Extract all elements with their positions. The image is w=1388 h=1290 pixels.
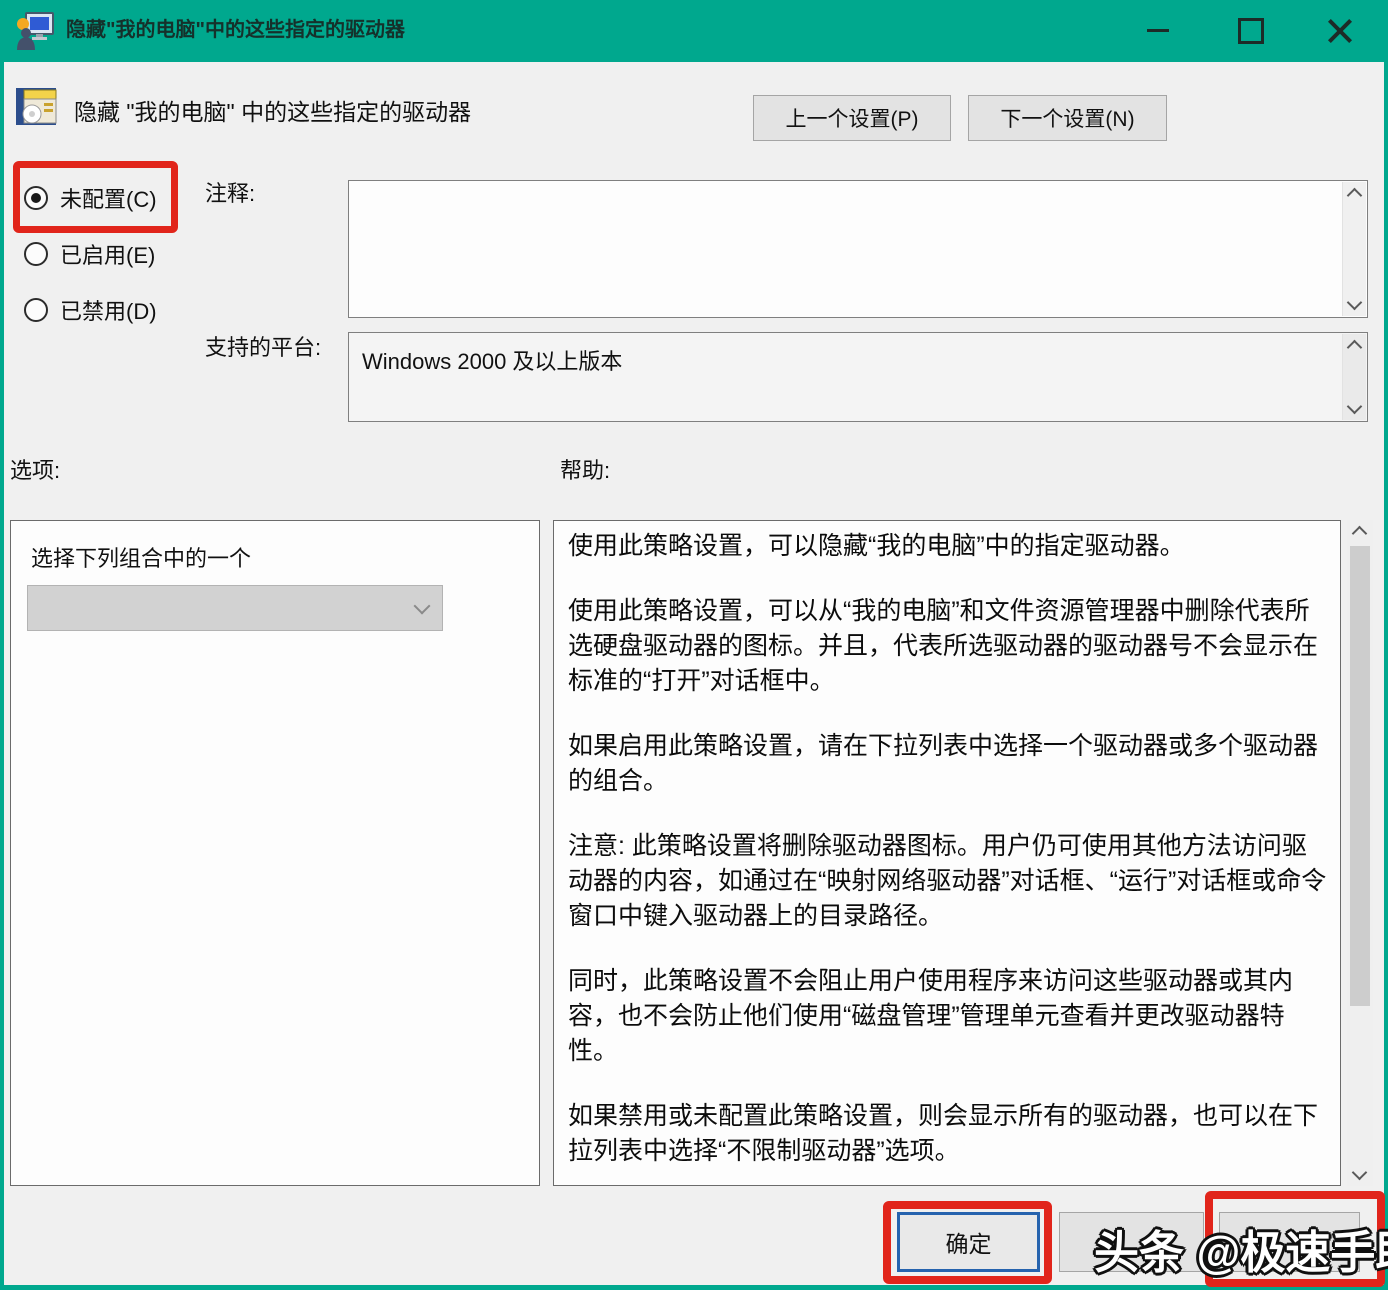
next-setting-button[interactable]: 下一个设置(N) <box>968 95 1167 141</box>
radio-disabled-label[interactable]: 已禁用(D) <box>60 294 157 326</box>
help-paragraph: 使用此策略设置，可以隐藏“我的电脑”中的指定驱动器。 <box>568 529 1328 564</box>
radio-row-not-configured[interactable]: 未配置(C) <box>24 184 157 212</box>
radio-enabled-label[interactable]: 已启用(E) <box>60 238 155 270</box>
help-paragraph: 注意: 此策略设置将删除驱动器图标。用户仍可使用其他方法访问驱动器的内容，如通过… <box>568 829 1328 934</box>
watermark-text: 头条 @极速手助 <box>1094 1216 1388 1281</box>
supported-on-scrollbar[interactable] <box>1342 334 1366 420</box>
comment-scrollbar[interactable] <box>1342 182 1366 316</box>
window-title: 隐藏"我的电脑"中的这些指定的驱动器 <box>66 0 405 62</box>
policy-setting-icon <box>14 84 58 128</box>
radio-disabled[interactable] <box>24 298 48 322</box>
chevron-up-icon[interactable] <box>1352 526 1368 542</box>
close-icon[interactable] <box>1326 17 1354 45</box>
help-paragraph: 如果启用此策略设置，请在下拉列表中选择一个驱动器或多个驱动器的组合。 <box>568 729 1328 799</box>
radio-row-disabled[interactable]: 已禁用(D) <box>24 296 157 324</box>
scrollbar-thumb[interactable] <box>1350 546 1370 1006</box>
chevron-down-icon[interactable] <box>1347 295 1363 311</box>
radio-enabled[interactable] <box>24 242 48 266</box>
page-title: 隐藏 "我的电脑" 中的这些指定的驱动器 <box>74 93 471 127</box>
options-section-label: 选项: <box>10 453 60 485</box>
help-text: 使用此策略设置，可以隐藏“我的电脑”中的指定驱动器。 使用此策略设置，可以从“我… <box>554 521 1340 1185</box>
policy-dialog-window: 隐藏"我的电脑"中的这些指定的驱动器 隐藏 "我的电脑" 中的这些指定的驱动器 … <box>0 0 1388 1290</box>
supported-on-label: 支持的平台: <box>205 330 321 362</box>
supported-on-textarea[interactable]: Windows 2000 及以上版本 <box>348 332 1368 422</box>
maximize-icon[interactable] <box>1238 18 1264 44</box>
chevron-down-icon[interactable] <box>1352 1165 1368 1181</box>
gpedit-app-icon <box>14 11 54 51</box>
comment-textarea[interactable] <box>348 180 1368 318</box>
help-section-label: 帮助: <box>560 453 610 485</box>
help-panel: 使用此策略设置，可以隐藏“我的电脑”中的指定驱动器。 使用此策略设置，可以从“我… <box>553 520 1341 1186</box>
ok-button[interactable]: 确定 <box>897 1212 1040 1272</box>
combo-label: 选择下列组合中的一个 <box>31 541 251 573</box>
previous-setting-button[interactable]: 上一个设置(P) <box>753 95 951 141</box>
chevron-up-icon[interactable] <box>1347 340 1363 356</box>
help-paragraph: 使用此策略设置，可以从“我的电脑”和文件资源管理器中删除代表所选硬盘驱动器的图标… <box>568 594 1328 699</box>
help-scrollbar[interactable] <box>1347 520 1373 1186</box>
supported-on-value: Windows 2000 及以上版本 <box>362 344 622 376</box>
options-panel: 选择下列组合中的一个 <box>10 520 540 1186</box>
radio-row-enabled[interactable]: 已启用(E) <box>24 240 155 268</box>
help-paragraph: 如果禁用或未配置此策略设置，则会显示所有的驱动器，也可以在下拉列表中选择“不限制… <box>568 1099 1328 1169</box>
minimize-icon[interactable] <box>1147 29 1169 32</box>
help-paragraph: 同时，此策略设置不会阻止用户使用程序来访问这些驱动器或其内容，也不会防止他们使用… <box>568 964 1328 1069</box>
chevron-down-icon[interactable] <box>1347 399 1363 415</box>
chevron-up-icon[interactable] <box>1347 188 1363 204</box>
comment-label: 注释: <box>205 176 255 208</box>
drive-combo-disabled <box>27 585 443 631</box>
radio-not-configured[interactable] <box>24 186 48 210</box>
radio-not-configured-label[interactable]: 未配置(C) <box>60 182 157 214</box>
chevron-down-icon <box>414 598 431 615</box>
